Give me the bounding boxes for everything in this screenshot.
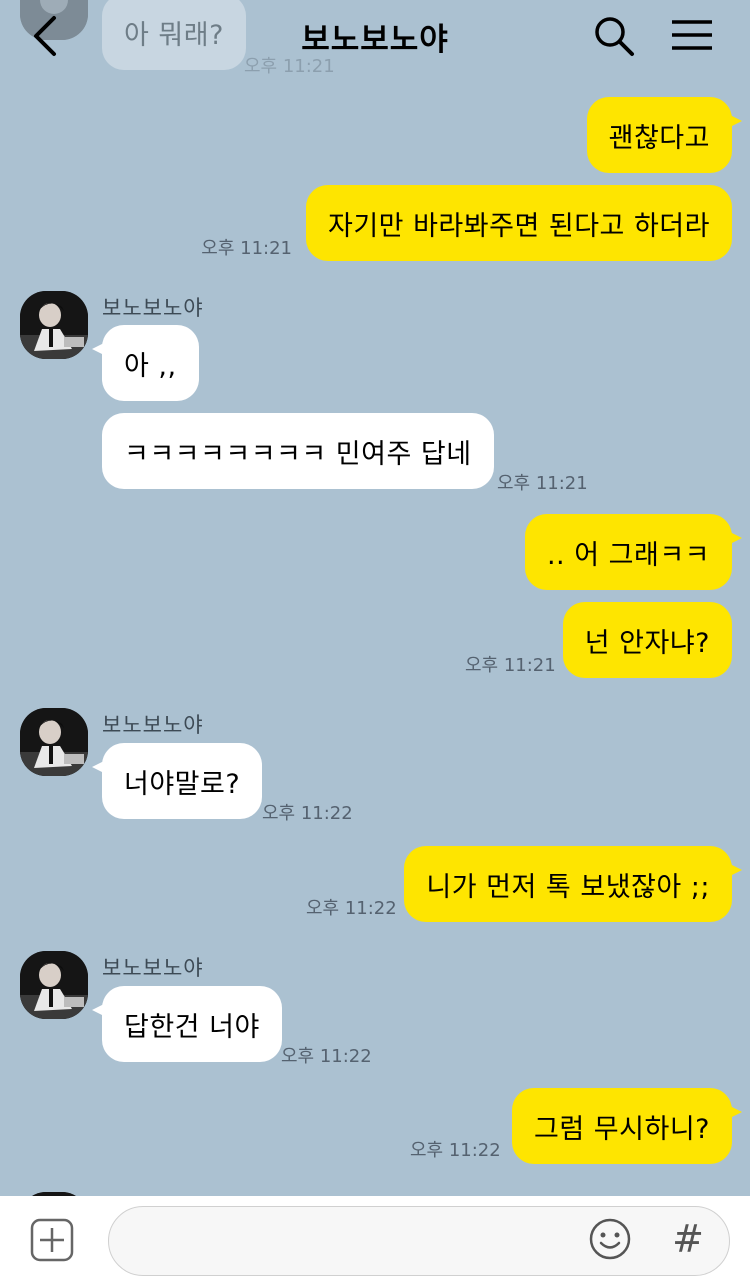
emoji-icon xyxy=(589,1218,631,1260)
sender-name: 보노보노야 xyxy=(102,956,204,980)
message-bubble-received[interactable]: 너야말로? xyxy=(91,743,263,819)
search-icon xyxy=(595,17,634,56)
avatar[interactable] xyxy=(20,291,88,359)
message-input[interactable] xyxy=(108,1206,730,1276)
message-bubble-sent[interactable]: 니가 먼저 톡 보냈잖아 ;; xyxy=(404,846,742,922)
chat-header: 보노보노야 xyxy=(0,0,750,70)
hashtag-search-button[interactable]: # xyxy=(668,1216,708,1262)
plus-square-icon xyxy=(30,1218,74,1262)
message-time: 오후 11:21 xyxy=(201,238,292,259)
chat-area[interactable]: 아 뭐래? 오후 11:21 괜찮다고 자기만 바라봐주면 된다고 하더라 오후… xyxy=(0,0,750,1196)
attach-button[interactable] xyxy=(30,1218,74,1262)
message-time: 오후 11:21 xyxy=(465,655,556,676)
message-bubble-sent[interactable]: .. 어 그래ㅋㅋ xyxy=(524,514,743,590)
search-button[interactable] xyxy=(592,14,636,58)
message-bubble-sent[interactable]: 넌 안자냐? xyxy=(562,602,732,678)
message-bubble-sent[interactable]: 자기만 바라봐주면 된다고 하더라 xyxy=(305,185,732,261)
message-bubble-received[interactable]: ㅋㅋㅋㅋㅋㅋㅋㅋ 민여주 답네 xyxy=(102,413,494,489)
chat-title: 보노보노야 xyxy=(301,22,449,58)
avatar[interactable] xyxy=(20,708,88,776)
message-time: 오후 11:22 xyxy=(410,1140,501,1161)
sender-name: 보노보노야 xyxy=(102,296,204,320)
sender-name: 보노보노야 xyxy=(102,713,204,737)
message-time: 오후 11:22 xyxy=(262,803,353,824)
message-time: 오후 11:22 xyxy=(281,1046,372,1067)
message-bubble-received[interactable]: 답한건 너야 xyxy=(92,986,282,1062)
avatar[interactable] xyxy=(20,951,88,1019)
message-time: 오후 11:22 xyxy=(306,898,397,919)
message-time: 오후 11:21 xyxy=(497,473,588,494)
message-bubble-received[interactable]: 아 ,, xyxy=(92,325,199,401)
menu-button[interactable] xyxy=(668,14,716,58)
menu-icon xyxy=(672,20,712,50)
input-bar: # xyxy=(0,1196,750,1284)
hash-icon: # xyxy=(672,1217,704,1261)
message-bubble-sent[interactable]: 그럼 무시하니? xyxy=(512,1088,742,1164)
emoji-button[interactable] xyxy=(588,1217,632,1261)
message-bubble-sent[interactable]: 괜찮다고 xyxy=(586,97,743,173)
